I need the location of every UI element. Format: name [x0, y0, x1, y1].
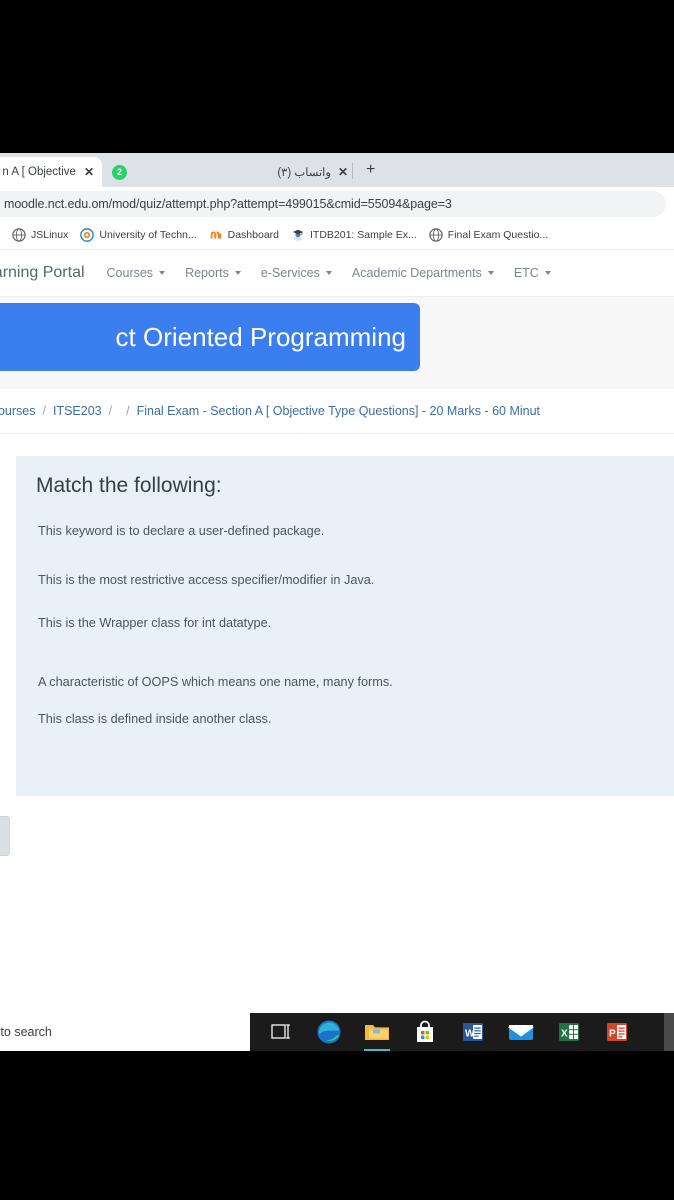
tab-strip: n A [ Objective ✕ 2 واتساب (٣) ✕ + — [0, 153, 674, 187]
file-explorer-icon[interactable] — [360, 1015, 394, 1051]
nav-item-reports[interactable]: Reports — [185, 266, 241, 280]
nav-label: ETC — [513, 266, 539, 280]
question-prompt-2: This is the most restrictive access spec… — [38, 573, 375, 587]
microsoft-store-icon[interactable] — [408, 1015, 442, 1049]
bookmark-label: JSLinux — [31, 229, 69, 241]
tab-title: واتساب (٣) — [277, 167, 331, 179]
question-prompt-5: This class is defined inside another cla… — [38, 712, 272, 726]
bookmark-item-university[interactable]: University of Techn... — [74, 224, 202, 246]
globe-icon — [429, 228, 443, 242]
letterbox-top — [0, 0, 674, 153]
question-prompt-1: This keyword is to declare a user-define… — [38, 524, 325, 538]
taskbar-tray: W X P — [250, 1013, 674, 1051]
breadcrumb: y courses / ITSE203 / / Final Exam - Sec… — [0, 389, 674, 434]
question-prompt-3: This is the Wrapper class for int dataty… — [38, 616, 272, 630]
site-brand[interactable]: Learning Portal — [0, 264, 85, 282]
hero-wrapper: ct Oriented Programming — [0, 297, 674, 389]
word-icon[interactable]: W — [456, 1015, 490, 1049]
question-title: Match the following: — [36, 474, 222, 497]
bookmark-item-final-exam[interactable]: Final Exam Questio... — [423, 224, 554, 246]
question-prompt-4: A characteristic of OOPS which means one… — [38, 675, 393, 689]
nav-item-academic-departments[interactable]: Academic Departments — [352, 266, 494, 280]
globe-icon — [12, 228, 26, 242]
powerpoint-icon[interactable]: P — [600, 1015, 634, 1049]
tab-title: n A [ Objective — [2, 166, 76, 178]
url-text: moodle.nct.edu.om/mod/quiz/attempt.php?a… — [4, 197, 452, 211]
breadcrumb-separator: / — [126, 404, 130, 418]
chevron-down-icon — [325, 271, 332, 275]
svg-text:W: W — [465, 1029, 475, 1040]
bookmark-item-jslinux[interactable]: JSLinux — [6, 224, 74, 246]
graduate-icon — [292, 229, 304, 241]
taskbar-search-text[interactable]: e to search — [0, 1025, 52, 1039]
close-icon[interactable]: ✕ — [84, 166, 94, 178]
new-tab-button[interactable]: + — [366, 162, 375, 178]
breadcrumb-separator: / — [108, 404, 113, 418]
nav-side-button[interactable] — [0, 816, 10, 856]
chevron-down-icon — [487, 271, 494, 275]
bookmark-item-itdb201[interactable]: ITDB201: Sample Ex... — [285, 224, 423, 246]
breadcrumb-separator: / — [42, 404, 46, 418]
breadcrumb-item-my-courses[interactable]: y courses — [0, 404, 36, 418]
close-icon[interactable]: ✕ — [338, 166, 348, 178]
nav-item-eservices[interactable]: e-Services — [261, 266, 332, 280]
chevron-down-icon — [159, 271, 166, 275]
tab-divider — [352, 163, 353, 179]
chevron-down-icon — [234, 271, 241, 275]
question-card: Match the following: This keyword is to … — [16, 456, 674, 796]
breadcrumb-item-course-code[interactable]: ITSE203 — [53, 404, 102, 418]
nav-label: Reports — [185, 266, 229, 280]
nav-item-etc[interactable]: ETC — [514, 266, 551, 280]
moodle-icon — [210, 231, 221, 239]
address-bar[interactable]: moodle.nct.edu.om/mod/quiz/attempt.php?a… — [0, 191, 666, 217]
browser-tab-active[interactable]: n A [ Objective ✕ — [0, 157, 102, 187]
letterbox-bottom — [0, 1051, 674, 1200]
edge-icon[interactable] — [312, 1015, 346, 1049]
chevron-down-icon — [544, 271, 551, 275]
bookmarks-bar: JSLinux University of Techn... Dashboard — [0, 221, 674, 250]
course-banner: ct Oriented Programming — [0, 303, 420, 371]
task-view-icon[interactable] — [264, 1015, 298, 1049]
browser-window: n A [ Objective ✕ 2 واتساب (٣) ✕ + moodl… — [0, 153, 674, 1051]
bookmark-label: University of Techn... — [99, 229, 197, 241]
bookmark-item-dashboard[interactable]: Dashboard — [203, 224, 285, 246]
nav-label: Academic Departments — [351, 266, 482, 280]
omnibox-row: moodle.nct.edu.om/mod/quiz/attempt.php?a… — [0, 187, 674, 221]
nav-label: Courses — [106, 266, 154, 280]
windows-taskbar: e to search — [0, 1013, 674, 1051]
page-title: ct Oriented Programming — [115, 321, 406, 352]
mail-icon[interactable] — [504, 1015, 538, 1049]
content-area: Match the following: This keyword is to … — [0, 434, 674, 1051]
svg-text:P: P — [609, 1029, 616, 1040]
nav-label: e-Services — [260, 266, 320, 280]
tray-edge — [664, 1013, 674, 1051]
bookmark-label: Final Exam Questio... — [447, 229, 549, 241]
target-icon — [80, 228, 95, 242]
svg-text:X: X — [561, 1029, 568, 1040]
site-navbar: Learning Portal Courses Reports e-Servic… — [0, 250, 674, 297]
browser-tab-whatsapp[interactable]: 2 واتساب (٣) ✕ — [104, 157, 356, 187]
nav-item-courses[interactable]: Courses — [107, 266, 166, 280]
page-content: Learning Portal Courses Reports e-Servic… — [0, 250, 674, 1051]
breadcrumb-item-exam[interactable]: Final Exam - Section A [ Objective Type … — [137, 404, 540, 418]
whatsapp-icon: 2 — [112, 164, 127, 180]
bookmark-label: Dashboard — [227, 229, 279, 241]
excel-icon[interactable]: X — [552, 1015, 586, 1049]
bookmark-label: ITDB201: Sample Ex... — [310, 229, 417, 241]
